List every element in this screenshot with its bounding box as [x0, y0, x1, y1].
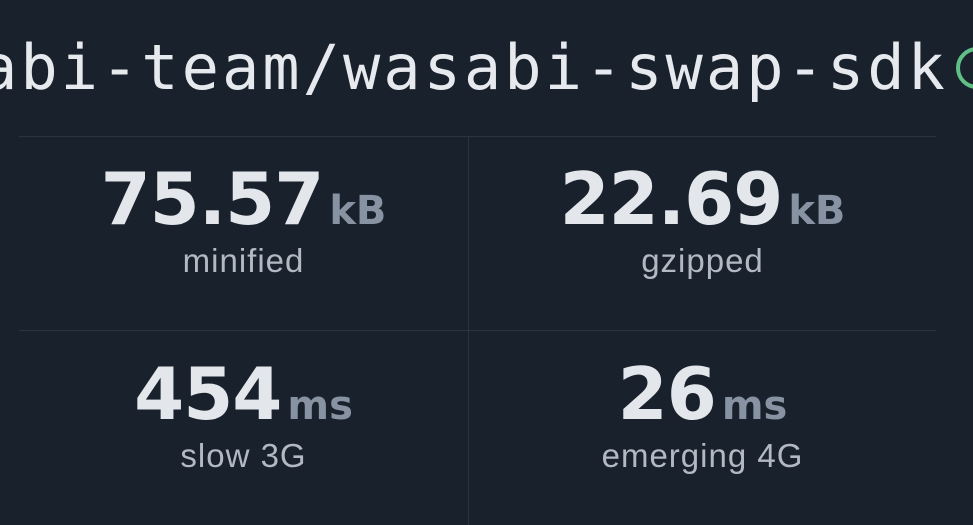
stat-gzipped-label: gzipped	[641, 242, 764, 279]
stat-emerging-4g-number: 26	[617, 352, 717, 436]
version-status-icon[interactable]	[955, 46, 973, 89]
stat-slow-3g: 454 ms slow 3G	[19, 353, 468, 475]
stat-slow-3g-label: slow 3G	[180, 437, 307, 474]
stat-minified-number: 75.57	[100, 157, 325, 241]
stat-gzipped: 22.69 kB gzipped	[469, 158, 936, 280]
stat-slow-3g-number: 454	[134, 352, 282, 436]
stat-slow-3g-unit: ms	[287, 383, 353, 429]
package-name: abi-team/wasabi-swap-sdk	[0, 31, 948, 104]
stat-slow-3g-value: 454 ms	[19, 353, 468, 435]
stat-minified-value: 75.57 kB	[19, 158, 468, 240]
divider-middle	[19, 330, 936, 331]
stat-minified: 75.57 kB minified	[19, 158, 468, 280]
stat-gzipped-value: 22.69 kB	[469, 158, 936, 240]
stat-minified-label: minified	[182, 242, 305, 279]
stat-emerging-4g-unit: ms	[721, 383, 788, 429]
stat-emerging-4g-value: 26 ms	[469, 353, 936, 435]
stat-minified-unit: kB	[329, 188, 387, 234]
divider-top	[19, 136, 936, 137]
stat-emerging-4g: 26 ms emerging 4G	[469, 353, 936, 475]
stat-gzipped-unit: kB	[788, 188, 846, 234]
package-name-heading: abi-team/wasabi-swap-sdk	[0, 20, 973, 116]
stat-gzipped-number: 22.69	[559, 157, 784, 241]
stat-emerging-4g-label: emerging 4G	[601, 437, 804, 474]
